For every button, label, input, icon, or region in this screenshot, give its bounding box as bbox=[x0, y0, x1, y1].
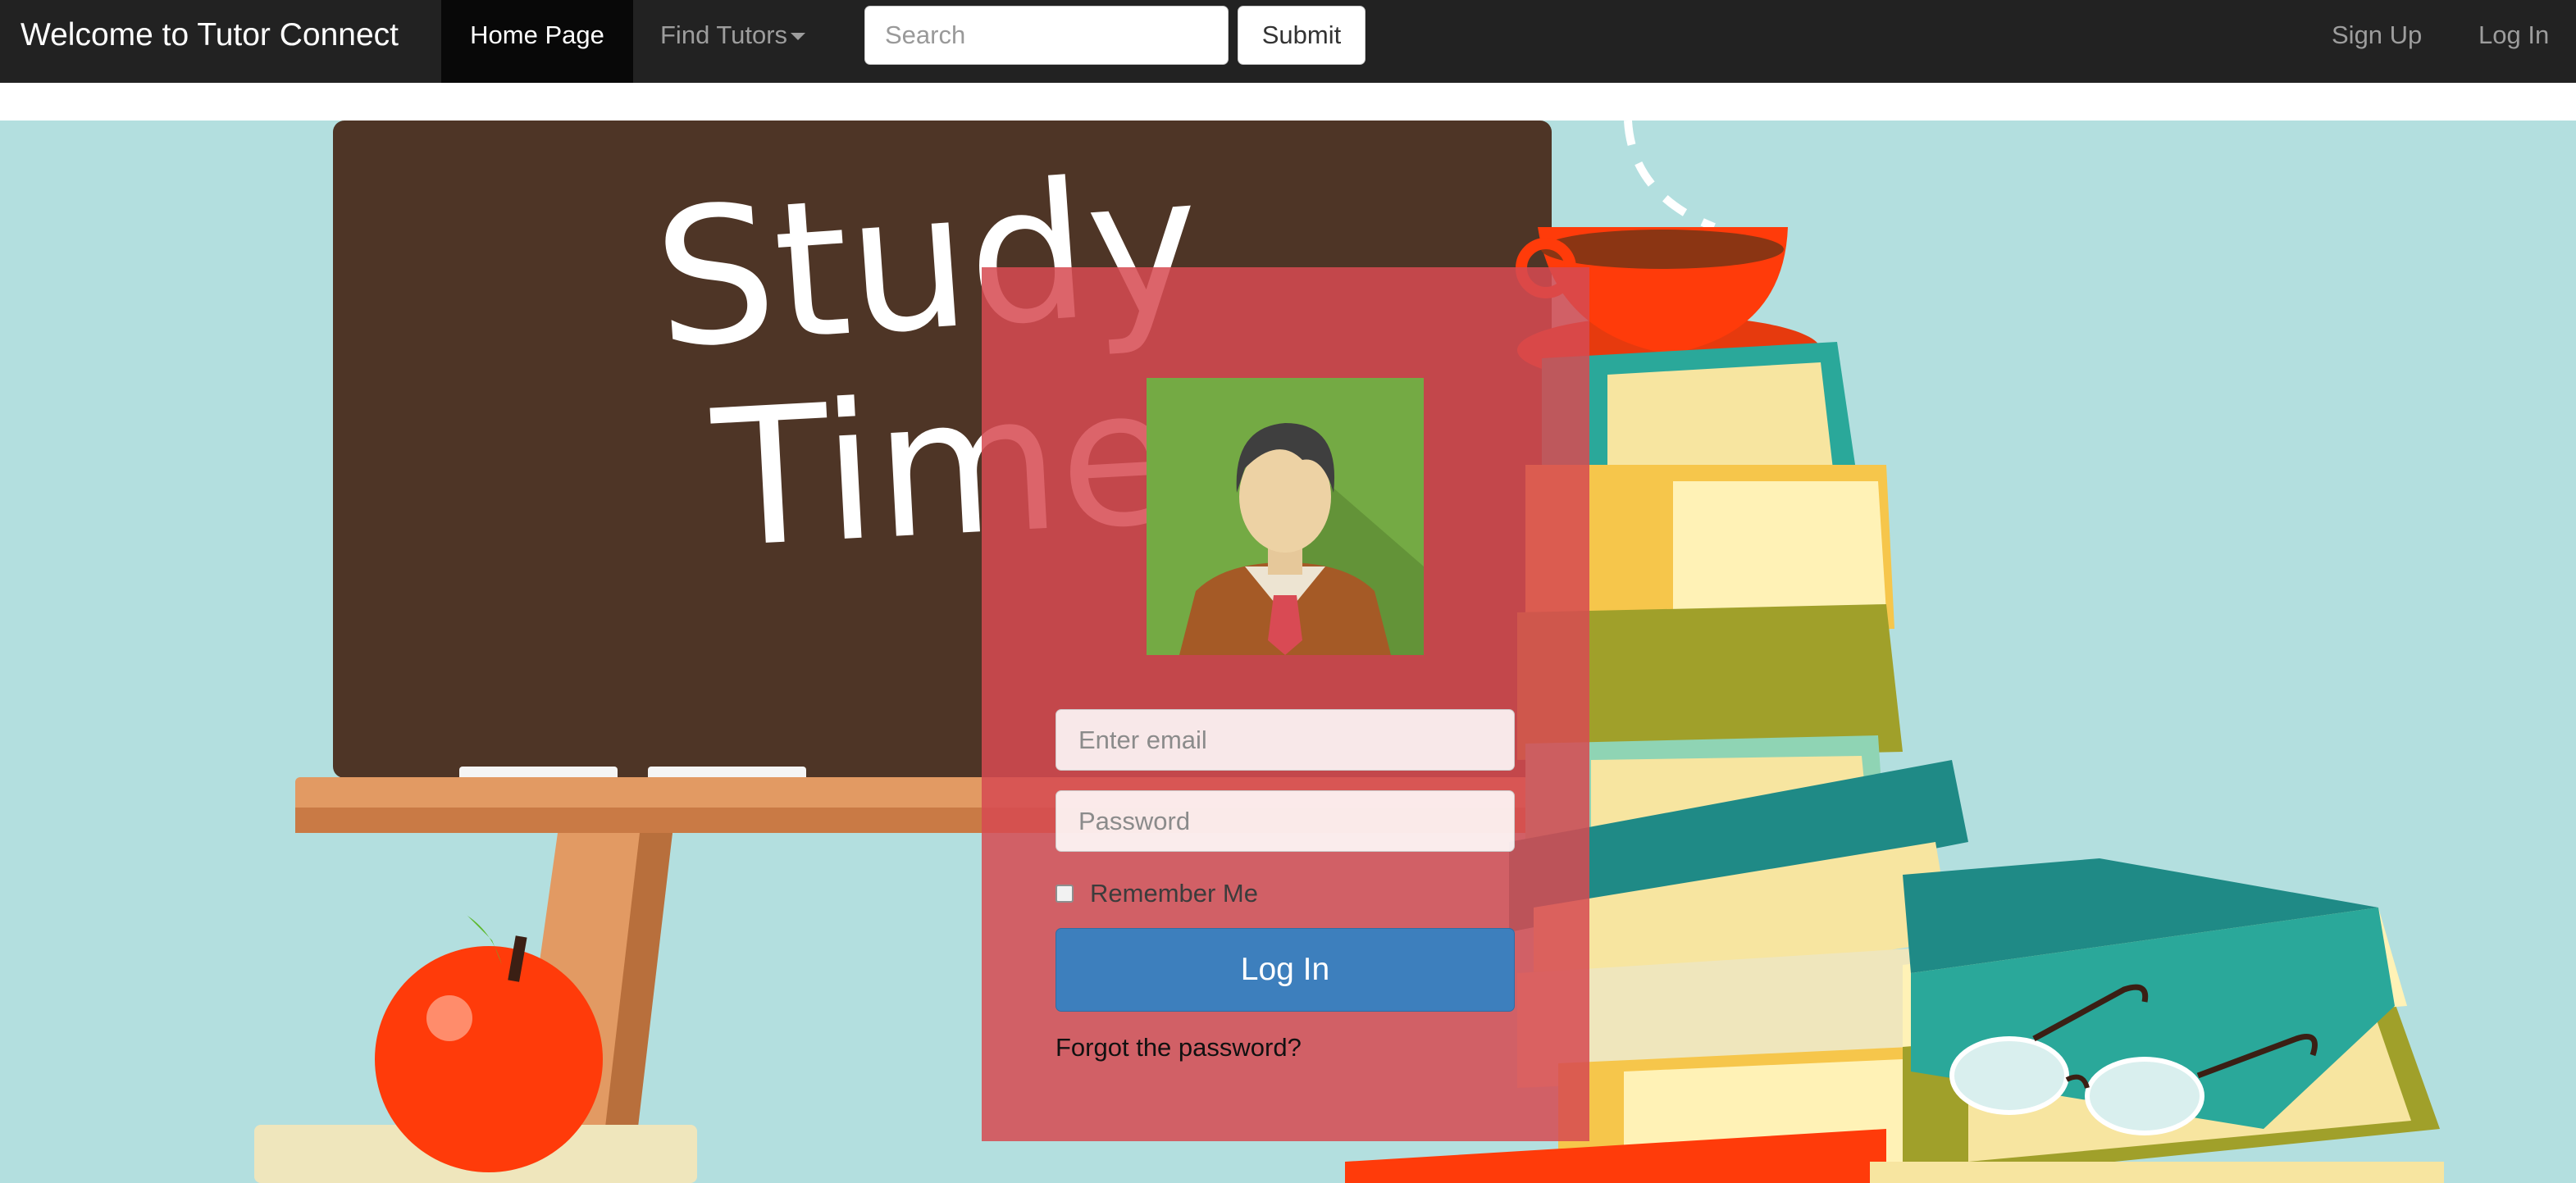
nav-home-page[interactable]: Home Page bbox=[441, 0, 633, 83]
nav-find-tutors-dropdown[interactable]: Find Tutors bbox=[660, 0, 806, 83]
user-avatar-icon bbox=[1147, 378, 1424, 655]
remember-me-checkbox[interactable] bbox=[1055, 885, 1074, 903]
remember-me-row: Remember Me bbox=[1055, 877, 1258, 910]
top-navbar: Welcome to Tutor Connect Home Page Find … bbox=[0, 0, 2576, 83]
apple bbox=[375, 946, 603, 1172]
brand-title[interactable]: Welcome to Tutor Connect bbox=[21, 0, 399, 71]
email-field[interactable] bbox=[1055, 709, 1515, 771]
find-tutors-label: Find Tutors bbox=[660, 20, 788, 49]
nav-log-in[interactable]: Log In bbox=[2478, 0, 2549, 83]
caret-down-icon bbox=[791, 33, 806, 41]
remember-me-label[interactable]: Remember Me bbox=[1090, 879, 1258, 908]
nav-sign-up[interactable]: Sign Up bbox=[2332, 0, 2422, 83]
steam bbox=[1624, 121, 1716, 231]
forgot-password-link[interactable]: Forgot the password? bbox=[1055, 1033, 1302, 1062]
password-field[interactable] bbox=[1055, 790, 1515, 852]
login-panel: Remember Me Log In Forgot the password? bbox=[982, 267, 1589, 1141]
search-input[interactable] bbox=[864, 6, 1229, 65]
login-button[interactable]: Log In bbox=[1055, 928, 1515, 1012]
search-submit-button[interactable]: Submit bbox=[1238, 6, 1366, 65]
